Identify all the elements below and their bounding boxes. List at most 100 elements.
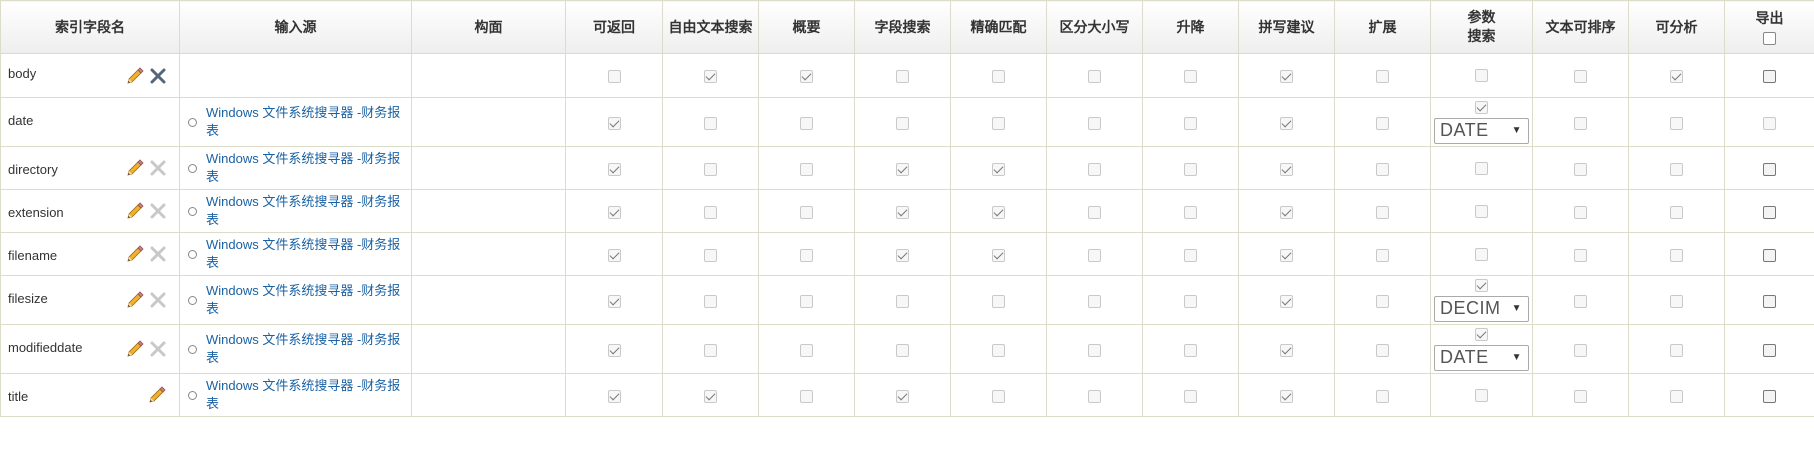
param-search-checkbox[interactable] bbox=[1475, 247, 1488, 261]
summary-checkbox[interactable] bbox=[800, 294, 813, 308]
export-checkbox[interactable] bbox=[1763, 205, 1776, 219]
expand-checkbox[interactable] bbox=[1376, 248, 1389, 262]
spell-checkbox[interactable] bbox=[1280, 116, 1293, 130]
text-sortable-checkbox[interactable] bbox=[1574, 205, 1587, 219]
fulltext-checkbox[interactable] bbox=[704, 205, 717, 219]
retrievable-checkbox[interactable] bbox=[607, 205, 621, 219]
edit-pencil-icon[interactable] bbox=[125, 201, 145, 221]
summary-checkbox[interactable] bbox=[800, 205, 813, 219]
fulltext-checkbox[interactable] bbox=[704, 294, 717, 308]
expand-checkbox[interactable] bbox=[1376, 205, 1389, 219]
export-checkbox[interactable] bbox=[1763, 162, 1776, 176]
export-all-checkbox[interactable] bbox=[1763, 32, 1776, 45]
expand-checkbox[interactable] bbox=[1376, 294, 1389, 308]
analyzable-checkbox[interactable] bbox=[1670, 162, 1683, 176]
expand-checkbox[interactable] bbox=[1376, 162, 1389, 176]
sort-checkbox[interactable] bbox=[1184, 205, 1197, 219]
fieldsearch-checkbox[interactable] bbox=[896, 116, 909, 130]
retrievable-checkbox[interactable] bbox=[607, 70, 621, 84]
summary-checkbox[interactable] bbox=[800, 248, 813, 262]
casesens-checkbox[interactable] bbox=[1088, 205, 1101, 219]
param-type-select[interactable]: DATE ▼ bbox=[1434, 117, 1529, 144]
source-link[interactable]: Windows 文件系统搜寻器 -财务报表 bbox=[206, 236, 406, 272]
source-link[interactable]: Windows 文件系统搜寻器 -财务报表 bbox=[206, 193, 406, 229]
fieldsearch-checkbox[interactable] bbox=[896, 70, 909, 84]
export-checkbox[interactable] bbox=[1763, 116, 1776, 130]
fulltext-checkbox[interactable] bbox=[704, 116, 717, 130]
exact-checkbox[interactable] bbox=[992, 205, 1005, 219]
spell-checkbox[interactable] bbox=[1280, 343, 1293, 357]
param-search-checkbox[interactable] bbox=[1475, 69, 1488, 82]
expand-checkbox[interactable] bbox=[1376, 389, 1389, 403]
spell-checkbox[interactable] bbox=[1280, 162, 1293, 176]
retrievable-checkbox[interactable] bbox=[607, 343, 621, 357]
summary-checkbox[interactable] bbox=[800, 70, 813, 84]
edit-pencil-icon[interactable] bbox=[125, 339, 145, 359]
analyzable-checkbox[interactable] bbox=[1670, 248, 1683, 262]
param-search-checkbox[interactable] bbox=[1475, 100, 1488, 114]
param-type-select[interactable]: DATE ▼ bbox=[1434, 344, 1529, 371]
casesens-checkbox[interactable] bbox=[1088, 389, 1101, 403]
summary-checkbox[interactable] bbox=[800, 116, 813, 130]
text-sortable-checkbox[interactable] bbox=[1574, 116, 1587, 130]
source-link[interactable]: Windows 文件系统搜寻器 -财务报表 bbox=[206, 104, 406, 140]
fieldsearch-checkbox[interactable] bbox=[896, 248, 909, 262]
fulltext-checkbox[interactable] bbox=[704, 248, 717, 262]
sort-checkbox[interactable] bbox=[1184, 70, 1197, 84]
text-sortable-checkbox[interactable] bbox=[1574, 70, 1587, 84]
param-type-select[interactable]: DECIM ▼ bbox=[1434, 295, 1529, 322]
spell-checkbox[interactable] bbox=[1280, 248, 1293, 262]
edit-pencil-icon[interactable] bbox=[125, 66, 145, 86]
param-search-checkbox[interactable] bbox=[1475, 204, 1488, 218]
edit-pencil-icon[interactable] bbox=[125, 244, 145, 264]
retrievable-checkbox[interactable] bbox=[607, 116, 621, 130]
exact-checkbox[interactable] bbox=[992, 294, 1005, 308]
edit-pencil-icon[interactable] bbox=[125, 290, 145, 310]
casesens-checkbox[interactable] bbox=[1088, 248, 1101, 262]
source-radio[interactable] bbox=[188, 295, 197, 305]
summary-checkbox[interactable] bbox=[800, 162, 813, 176]
source-radio[interactable] bbox=[188, 390, 197, 400]
fulltext-checkbox[interactable] bbox=[704, 162, 717, 176]
sort-checkbox[interactable] bbox=[1184, 116, 1197, 130]
source-link[interactable]: Windows 文件系统搜寻器 -财务报表 bbox=[206, 331, 406, 367]
casesens-checkbox[interactable] bbox=[1088, 343, 1101, 357]
source-radio[interactable] bbox=[188, 117, 197, 127]
edit-pencil-icon[interactable] bbox=[147, 385, 167, 405]
fieldsearch-checkbox[interactable] bbox=[896, 205, 909, 219]
exact-checkbox[interactable] bbox=[992, 70, 1005, 84]
text-sortable-checkbox[interactable] bbox=[1574, 162, 1587, 176]
edit-pencil-icon[interactable] bbox=[125, 158, 145, 178]
exact-checkbox[interactable] bbox=[992, 116, 1005, 130]
summary-checkbox[interactable] bbox=[800, 343, 813, 357]
retrievable-checkbox[interactable] bbox=[607, 389, 621, 403]
sort-checkbox[interactable] bbox=[1184, 389, 1197, 403]
export-checkbox[interactable] bbox=[1763, 343, 1776, 357]
analyzable-checkbox[interactable] bbox=[1670, 389, 1683, 403]
spell-checkbox[interactable] bbox=[1280, 389, 1293, 403]
expand-checkbox[interactable] bbox=[1376, 343, 1389, 357]
export-checkbox[interactable] bbox=[1763, 70, 1776, 84]
param-search-checkbox[interactable] bbox=[1475, 388, 1488, 402]
analyzable-checkbox[interactable] bbox=[1670, 116, 1683, 130]
analyzable-checkbox[interactable] bbox=[1670, 70, 1683, 84]
source-link[interactable]: Windows 文件系统搜寻器 -财务报表 bbox=[206, 377, 406, 413]
spell-checkbox[interactable] bbox=[1280, 70, 1293, 84]
fulltext-checkbox[interactable] bbox=[704, 343, 717, 357]
source-link[interactable]: Windows 文件系统搜寻器 -财务报表 bbox=[206, 282, 406, 318]
export-checkbox[interactable] bbox=[1763, 294, 1776, 308]
expand-checkbox[interactable] bbox=[1376, 70, 1389, 84]
sort-checkbox[interactable] bbox=[1184, 162, 1197, 176]
fieldsearch-checkbox[interactable] bbox=[896, 162, 909, 176]
fieldsearch-checkbox[interactable] bbox=[896, 294, 909, 308]
fieldsearch-checkbox[interactable] bbox=[896, 343, 909, 357]
retrievable-checkbox[interactable] bbox=[607, 248, 621, 262]
fieldsearch-checkbox[interactable] bbox=[896, 389, 909, 403]
fulltext-checkbox[interactable] bbox=[704, 70, 717, 84]
spell-checkbox[interactable] bbox=[1280, 294, 1293, 308]
casesens-checkbox[interactable] bbox=[1088, 162, 1101, 176]
summary-checkbox[interactable] bbox=[800, 389, 813, 403]
export-checkbox[interactable] bbox=[1763, 389, 1776, 403]
text-sortable-checkbox[interactable] bbox=[1574, 343, 1587, 357]
source-link[interactable]: Windows 文件系统搜寻器 -财务报表 bbox=[206, 150, 406, 186]
